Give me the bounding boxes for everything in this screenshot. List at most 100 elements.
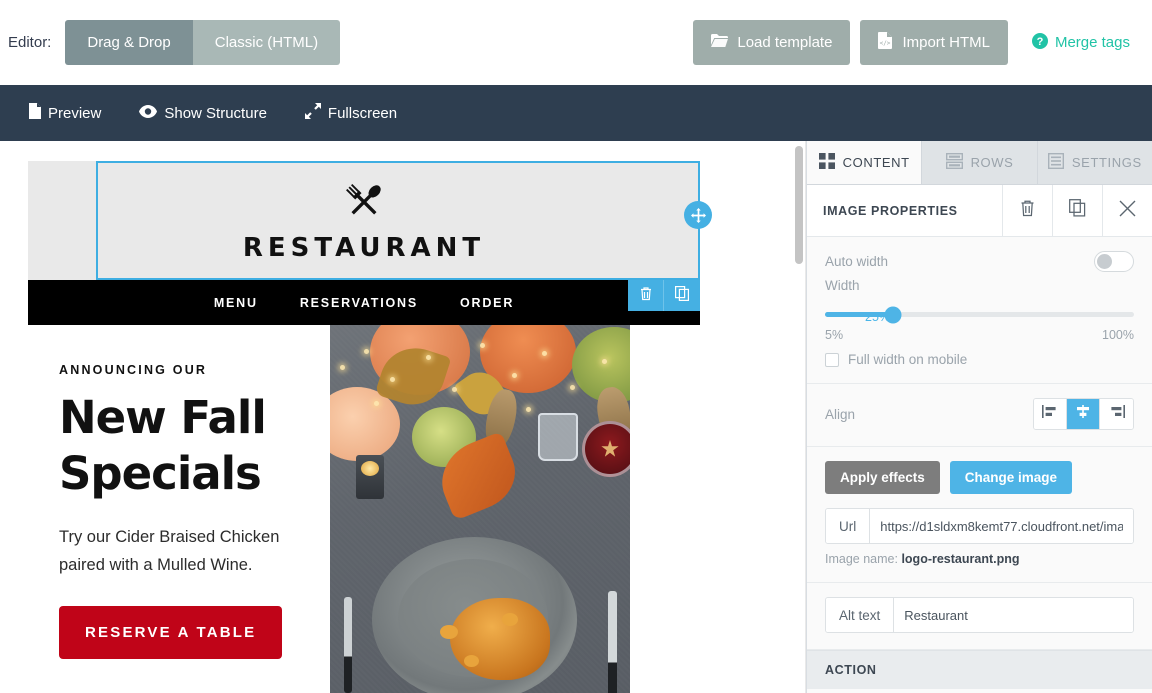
rows-icon: [945, 152, 963, 172]
alt-text-section: Alt text: [807, 583, 1152, 650]
width-slider-track[interactable]: [825, 306, 1134, 323]
canvas-scrollbar-thumb[interactable]: [795, 146, 803, 264]
canvas-scrollbar[interactable]: [792, 141, 806, 693]
preview-button[interactable]: Preview: [28, 103, 101, 123]
change-image-button[interactable]: Change image: [949, 461, 1073, 494]
duplicate-icon: [675, 285, 690, 306]
email-canvas[interactable]: RESTAURANT MENU RESERVATIONS ORDER ANNOU…: [0, 141, 792, 693]
fork: [344, 597, 352, 693]
nav-link-menu[interactable]: MENU: [214, 296, 258, 310]
image-name-row: Image name: logo-restaurant.png: [825, 552, 1134, 566]
align-left-icon: [1042, 405, 1058, 423]
hero-text-column[interactable]: ANNOUNCING OUR New Fall Specials Try our…: [28, 325, 330, 693]
align-row: Align: [825, 398, 1134, 430]
top-bar: Editor: Drag & Drop Classic (HTML) Load …: [0, 0, 1152, 85]
help-circle-icon: ?: [1031, 32, 1048, 53]
email-document: RESTAURANT MENU RESERVATIONS ORDER ANNOU…: [28, 161, 712, 693]
image-buttons-row: Apply effects Change image: [825, 461, 1134, 494]
move-handle[interactable]: [684, 201, 712, 229]
grid-icon: [818, 153, 835, 172]
image-name-value: logo-restaurant.png: [901, 552, 1020, 566]
row-tools: [628, 280, 700, 311]
email-nav-bar[interactable]: MENU RESERVATIONS ORDER: [28, 280, 700, 325]
fairy-lights: [330, 325, 630, 455]
dinner-plate: [372, 537, 577, 693]
panel-close-button[interactable]: [1102, 184, 1152, 237]
align-left-button[interactable]: [1034, 399, 1067, 429]
folder-icon: [711, 33, 729, 52]
panel-duplicate-button[interactable]: [1052, 184, 1102, 237]
row-delete-button[interactable]: [628, 280, 664, 311]
reserve-a-table-button[interactable]: RESERVE A TABLE: [59, 606, 283, 660]
auto-width-row: Auto width: [825, 251, 1134, 272]
width-min-label: 5%: [825, 328, 844, 342]
nav-link-order[interactable]: ORDER: [460, 296, 514, 310]
align-button-group: [1033, 398, 1134, 430]
show-structure-button[interactable]: Show Structure: [139, 104, 267, 122]
logo-content-block[interactable]: RESTAURANT: [28, 161, 700, 280]
alt-text-input[interactable]: [894, 598, 1133, 632]
tab-rows-label: ROWS: [970, 155, 1014, 170]
tab-content-label: CONTENT: [842, 155, 910, 170]
url-input-group[interactable]: Url: [825, 508, 1134, 544]
hero-headline-line2: Specials: [59, 447, 262, 501]
alt-addon-label: Alt text: [826, 598, 895, 632]
hero-image[interactable]: [330, 325, 630, 693]
panel-delete-button[interactable]: [1002, 184, 1052, 237]
page-icon: [28, 103, 41, 123]
alt-input-group[interactable]: Alt text: [825, 597, 1134, 633]
width-slider-knob[interactable]: [884, 306, 902, 323]
crossed-fork-spoon-icon: [340, 183, 388, 230]
close-icon: [1119, 200, 1136, 222]
properties-panel: CONTENT ROWS SETTINGS IMAGE PROPERTIES A…: [806, 141, 1152, 693]
load-template-button[interactable]: Load template: [693, 20, 851, 65]
panel-scroll-area: Auto width Width 25% 5% 100% Full width …: [807, 237, 1152, 693]
action-section-header: ACTION: [807, 650, 1152, 689]
align-center-button[interactable]: [1067, 399, 1100, 429]
align-right-icon: [1109, 405, 1125, 423]
hero-kicker: ANNOUNCING OUR: [59, 363, 208, 377]
tab-rows[interactable]: ROWS: [922, 141, 1038, 184]
width-slider[interactable]: 25%: [825, 306, 1134, 324]
editor-label: Editor:: [8, 34, 52, 51]
editor-body: RESTAURANT MENU RESERVATIONS ORDER ANNOU…: [0, 141, 1152, 693]
width-max-label: 100%: [1102, 328, 1134, 342]
import-html-button[interactable]: </> Import HTML: [860, 20, 1008, 65]
file-code-icon: </>: [878, 32, 893, 53]
full-width-mobile-row[interactable]: Full width on mobile: [825, 352, 1134, 367]
show-structure-label: Show Structure: [164, 104, 267, 122]
align-label: Align: [825, 406, 856, 422]
knife: [608, 591, 617, 693]
url-addon-label: Url: [826, 509, 871, 543]
editor-mode-drag-drop[interactable]: Drag & Drop: [65, 20, 193, 65]
align-right-button[interactable]: [1100, 399, 1133, 429]
full-width-mobile-checkbox[interactable]: [825, 352, 839, 367]
tab-settings[interactable]: SETTINGS: [1038, 141, 1152, 184]
nav-link-reservations[interactable]: RESERVATIONS: [300, 296, 418, 310]
tab-settings-label: SETTINGS: [1071, 155, 1142, 170]
url-input[interactable]: [870, 509, 1133, 543]
auto-width-label: Auto width: [825, 254, 889, 269]
logo-inner: RESTAURANT: [243, 178, 485, 263]
hero-subcopy-line1: Try our Cider Braised Chicken: [59, 527, 280, 546]
tab-content[interactable]: CONTENT: [807, 141, 923, 184]
hero-headline-line1: New Fall: [59, 391, 267, 444]
fullscreen-label: Fullscreen: [327, 104, 398, 122]
full-width-mobile-label: Full width on mobile: [848, 352, 968, 367]
hero-subcopy: Try our Cider Braised Chicken paired wit…: [59, 523, 304, 581]
fullscreen-button[interactable]: Fullscreen: [304, 103, 398, 123]
editor-mode-toggle: Drag & Drop Classic (HTML): [65, 20, 341, 65]
hero-row: ANNOUNCING OUR New Fall Specials Try our…: [28, 325, 700, 693]
hero-headline: New Fall Specials: [59, 390, 304, 503]
panel-title: IMAGE PROPERTIES: [823, 203, 958, 218]
expand-arrows-icon: [304, 103, 321, 123]
align-section: Align: [807, 384, 1152, 447]
row-duplicate-button[interactable]: [664, 280, 700, 311]
svg-text:</>: </>: [880, 40, 891, 47]
auto-width-toggle[interactable]: [1094, 251, 1134, 272]
align-center-icon: [1075, 405, 1091, 423]
apply-effects-button[interactable]: Apply effects: [825, 461, 940, 494]
candle-flame: [361, 461, 379, 476]
editor-mode-classic-html[interactable]: Classic (HTML): [192, 20, 341, 65]
merge-tags-link[interactable]: ? Merge tags: [1026, 32, 1136, 53]
